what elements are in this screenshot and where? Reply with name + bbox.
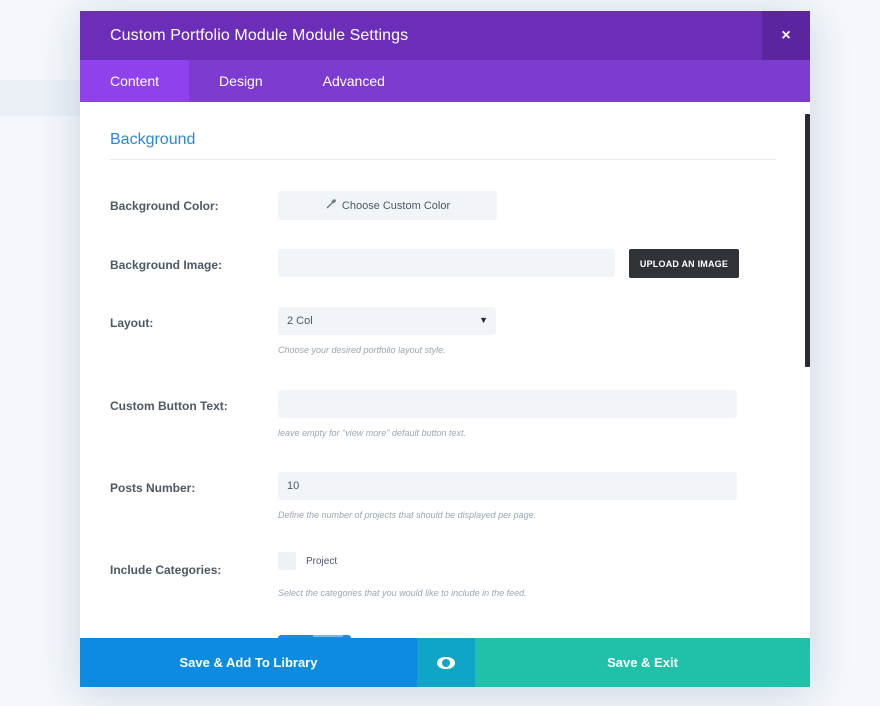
custom-button-text-label: Custom Button Text: xyxy=(110,399,228,413)
include-categories-help-text: Select the categories that you would lik… xyxy=(278,588,527,598)
posts-number-help-text: Define the number of projects that shoul… xyxy=(278,510,537,520)
category-project-checkbox[interactable] xyxy=(278,552,296,570)
tab-design[interactable]: Design xyxy=(189,60,293,102)
close-button[interactable]: × xyxy=(762,11,810,60)
posts-number-label: Posts Number: xyxy=(110,481,196,495)
section-title[interactable]: Background xyxy=(110,131,195,149)
posts-number-input[interactable] xyxy=(278,472,737,500)
scrollbar-thumb[interactable] xyxy=(805,114,810,367)
choose-color-button[interactable]: Choose Custom Color xyxy=(278,191,497,220)
modal-header: Custom Portfolio Module Module Settings … xyxy=(80,11,810,60)
layout-help-text: Choose your desired portfolio layout sty… xyxy=(278,345,446,355)
scrollbar-track[interactable] xyxy=(805,102,810,638)
custom-button-text-input[interactable] xyxy=(278,390,737,418)
eye-icon xyxy=(437,656,455,669)
module-settings-modal: Custom Portfolio Module Module Settings … xyxy=(80,11,810,687)
include-categories-label: Include Categories: xyxy=(110,563,222,577)
modal-footer: Save & Add To Library Save & Exit xyxy=(80,638,810,687)
layout-selected-value: 2 Col xyxy=(287,315,313,327)
section-divider xyxy=(110,159,776,160)
tab-content[interactable]: Content xyxy=(80,60,190,102)
background-page-panel xyxy=(0,80,80,116)
next-field-control-highlight xyxy=(313,635,343,637)
settings-body: Background Background Color: Choose Cust… xyxy=(80,102,810,638)
upload-image-button[interactable]: UPLOAD AN IMAGE xyxy=(629,249,739,278)
modal-title: Custom Portfolio Module Module Settings xyxy=(110,26,409,44)
background-color-label: Background Color: xyxy=(110,199,219,213)
preview-button[interactable] xyxy=(417,638,475,687)
layout-label: Layout: xyxy=(110,316,154,330)
background-image-label: Background Image: xyxy=(110,258,223,272)
custom-button-help-text: leave empty for "view more" default butt… xyxy=(278,428,466,438)
save-exit-button[interactable]: Save & Exit xyxy=(475,638,810,687)
eyedropper-icon xyxy=(325,198,337,213)
settings-tabs: Content Design Advanced xyxy=(80,60,810,102)
close-icon: × xyxy=(781,26,791,44)
background-image-input[interactable] xyxy=(278,249,615,277)
save-add-library-button[interactable]: Save & Add To Library xyxy=(80,638,417,687)
layout-select[interactable]: 2 Col ▼ xyxy=(278,307,496,335)
choose-color-label: Choose Custom Color xyxy=(341,199,451,212)
category-project-label[interactable]: Project xyxy=(306,556,337,567)
caret-down-icon: ▼ xyxy=(479,315,488,325)
tab-advanced[interactable]: Advanced xyxy=(293,60,415,102)
